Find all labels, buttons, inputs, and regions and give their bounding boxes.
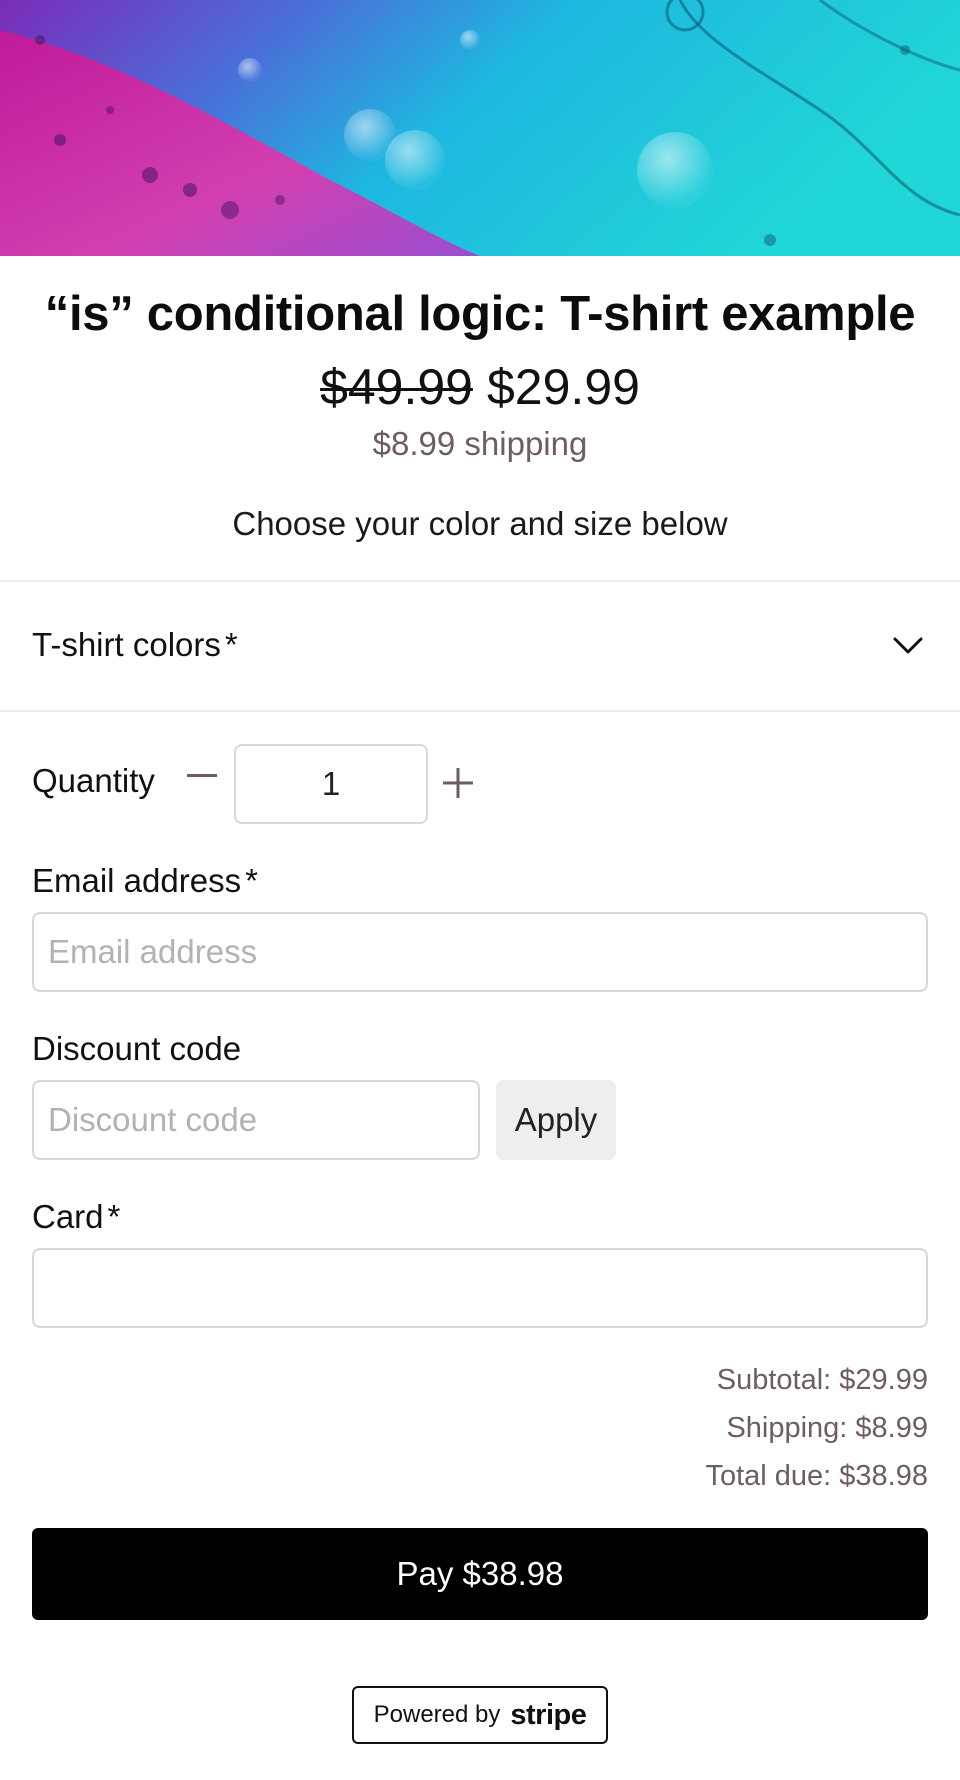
- required-mark: *: [107, 1198, 121, 1235]
- hero-image: [0, 0, 960, 256]
- quantity-increment-button[interactable]: [440, 765, 476, 801]
- card-field[interactable]: [32, 1248, 928, 1328]
- hero-gradient-illustration: [0, 0, 960, 256]
- stripe-logo: stripe: [510, 1698, 587, 1731]
- plus-icon: [443, 768, 473, 798]
- pay-button[interactable]: Pay $38.98: [32, 1528, 928, 1620]
- email-label-text: Email address: [32, 862, 242, 899]
- discount-label: Discount code: [32, 1030, 242, 1067]
- required-mark: *: [224, 626, 238, 663]
- sale-price: $29.99: [487, 359, 640, 415]
- tshirt-colors-accordion[interactable]: T-shirt colors *: [0, 582, 960, 710]
- original-price: $49.99: [320, 359, 473, 415]
- tshirt-colors-label: T-shirt colors *: [32, 626, 238, 664]
- quantity-label: Quantity: [32, 762, 155, 799]
- divider: [0, 710, 960, 712]
- card-label-text: Card: [32, 1198, 104, 1235]
- shipping-line: Shipping: $8.99: [726, 1412, 928, 1444]
- powered-by-text: Powered by: [373, 1701, 501, 1728]
- product-description: Choose your color and size below: [232, 505, 728, 542]
- price-row: $49.99 $29.99: [0, 358, 960, 416]
- required-mark: *: [245, 862, 258, 899]
- quantity-input[interactable]: 1: [234, 744, 428, 824]
- email-field[interactable]: [32, 912, 928, 992]
- apply-discount-button[interactable]: Apply: [496, 1080, 616, 1160]
- subtotal-line: Subtotal: $29.99: [716, 1364, 928, 1396]
- product-title: “is” conditional logic: T-shirt example: [44, 287, 916, 341]
- minus-icon: [187, 774, 217, 777]
- shipping-note: $8.99 shipping: [372, 425, 588, 462]
- chevron-down-icon: [893, 637, 923, 654]
- card-label: Card *: [32, 1198, 120, 1236]
- email-label: Email address *: [32, 862, 258, 900]
- discount-code-field[interactable]: [32, 1080, 480, 1160]
- total-due-line: Total due: $38.98: [705, 1460, 928, 1492]
- powered-by-stripe-badge[interactable]: Powered by stripe: [352, 1686, 608, 1744]
- quantity-decrement-button[interactable]: [184, 758, 220, 794]
- tshirt-colors-label-text: T-shirt colors: [32, 626, 221, 663]
